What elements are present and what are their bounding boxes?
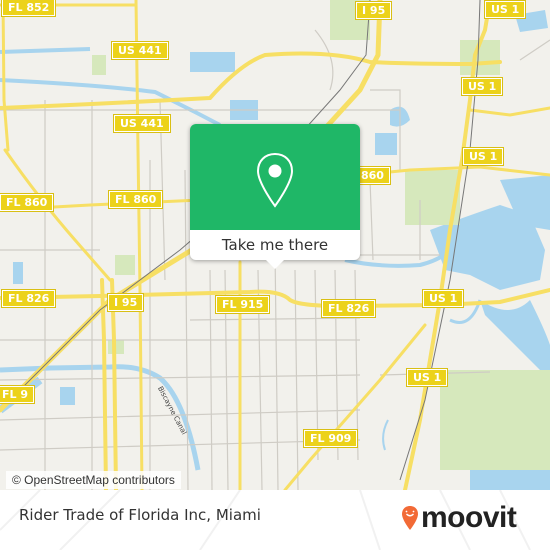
route-shield-us-441: US 441 (114, 115, 170, 132)
route-shield-fl-860: 860 (355, 167, 390, 184)
place-name: Rider Trade of Florida Inc, Miami (19, 506, 261, 524)
popup-header (190, 124, 360, 230)
route-shield-fl-9: FL 9 (0, 386, 35, 403)
moovit-pin-icon (402, 506, 418, 530)
route-shield-fl-915: FL 915 (216, 296, 270, 313)
route-shield-fl-860: FL 860 (109, 191, 163, 208)
popup-tail (266, 260, 284, 269)
map-attribution[interactable]: © OpenStreetMap contributors (6, 471, 181, 489)
route-shield-i-95: I 95 (108, 294, 144, 311)
route-shield-us-1: US 1 (462, 78, 503, 95)
route-shield-us-441: US 441 (112, 42, 168, 59)
route-shield-us-1: US 1 (423, 290, 464, 307)
route-shield-us-1: US 1 (463, 148, 504, 165)
route-shield-us-1: US 1 (407, 369, 448, 386)
route-shield-fl-826: FL 826 (322, 300, 376, 317)
route-shield-us-1: US 1 (485, 1, 526, 18)
map[interactable]: FL 852 US 441 US 441 I 95 US 1 US 1 US 1… (0, 0, 550, 490)
location-pin-icon (256, 152, 294, 208)
location-popup: Take me there (190, 124, 360, 269)
footer: Rider Trade of Florida Inc, Miami moovit (0, 490, 550, 550)
route-shield-fl-826: FL 826 (2, 290, 56, 307)
moovit-wordmark: moovit (421, 501, 517, 534)
route-shield-fl-860: FL 860 (0, 194, 54, 211)
take-me-there-button[interactable]: Take me there (190, 230, 360, 260)
route-shield-i-95: I 95 (356, 2, 392, 19)
route-shield-fl-852: FL 852 (2, 0, 56, 16)
route-shield-fl-909: FL 909 (304, 430, 358, 447)
